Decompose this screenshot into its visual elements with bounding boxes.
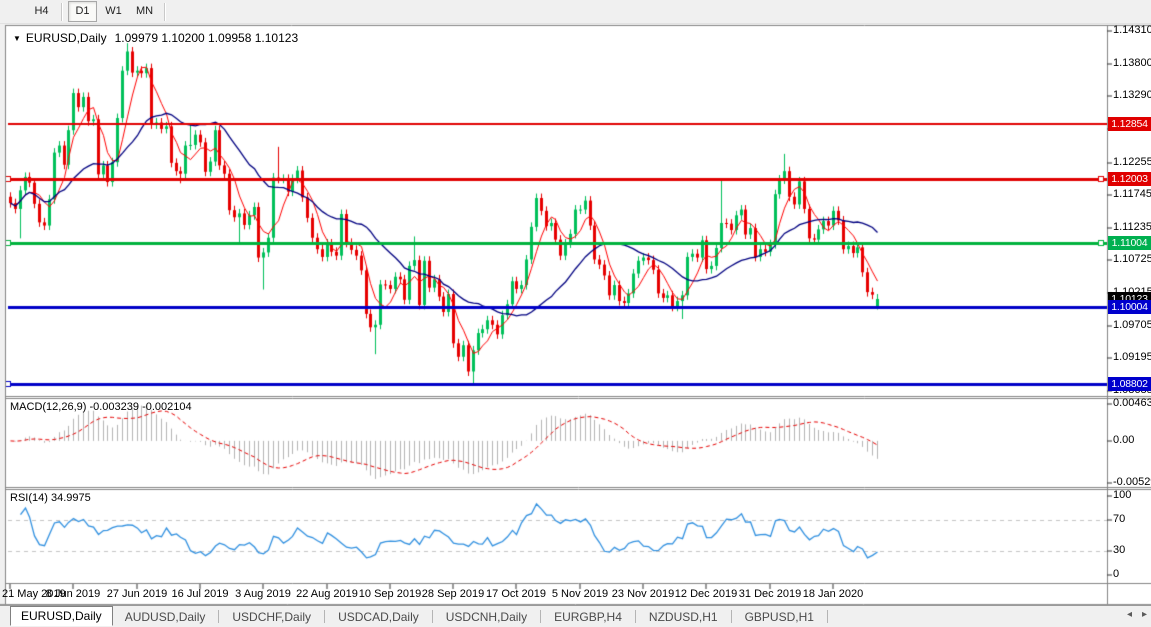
tab-audusd-daily[interactable]: AUDUSD,Daily [113,608,218,626]
tab-separator [218,610,220,623]
tab-eurusd-daily[interactable]: EURUSD,Daily [10,605,113,626]
tab-scroll-right-icon[interactable]: ▸ [1142,609,1147,620]
timeframe-button-mn[interactable]: MN [130,1,159,22]
tab-usdcnh-daily[interactable]: USDCNH,Daily [434,608,539,626]
tab-usdcad-daily[interactable]: USDCAD,Daily [326,608,431,626]
tab-scroll-left-icon[interactable]: ◂ [1127,609,1132,620]
tab-nzdusd-h1[interactable]: NZDUSD,H1 [637,608,730,626]
timeframe-button-h4[interactable]: H4 [27,1,56,22]
tab-separator [431,610,433,623]
chart-canvas[interactable] [0,0,1151,627]
timeframe-button-w1[interactable]: W1 [99,1,128,22]
tab-separator [634,610,636,623]
toolbar-separator [164,2,166,21]
toolbar-separator [61,2,63,21]
timeframe-button-d1[interactable]: D1 [68,1,97,22]
chart-ohlc-values: 1.09979 1.10200 1.09958 1.10123 [114,31,299,45]
tab-separator [540,610,542,623]
symbol-dropdown-icon[interactable]: ▼ [13,34,21,43]
chart-symbol-label: EURUSD,Daily [25,31,107,45]
tab-eurgbp-h4[interactable]: EURGBP,H4 [542,608,634,626]
tab-bar: EURUSD,Daily AUDUSD,Daily USDCHF,Daily USDC… [0,605,1151,627]
tab-separator [730,610,732,623]
tab-separator [324,610,326,623]
tab-scroll-arrows: ◂ ▸ [1127,609,1147,620]
tab-gbpusd-h1[interactable]: GBPUSD,H1 [733,608,826,626]
tab-usdchf-daily[interactable]: USDCHF,Daily [220,608,323,626]
tab-separator [826,610,828,623]
chart-title: ▼ EURUSD,Daily 1.09979 1.10200 1.09958 1.1… [13,31,298,45]
timeframe-toolbar: H4 D1 W1 MN [0,0,1151,24]
